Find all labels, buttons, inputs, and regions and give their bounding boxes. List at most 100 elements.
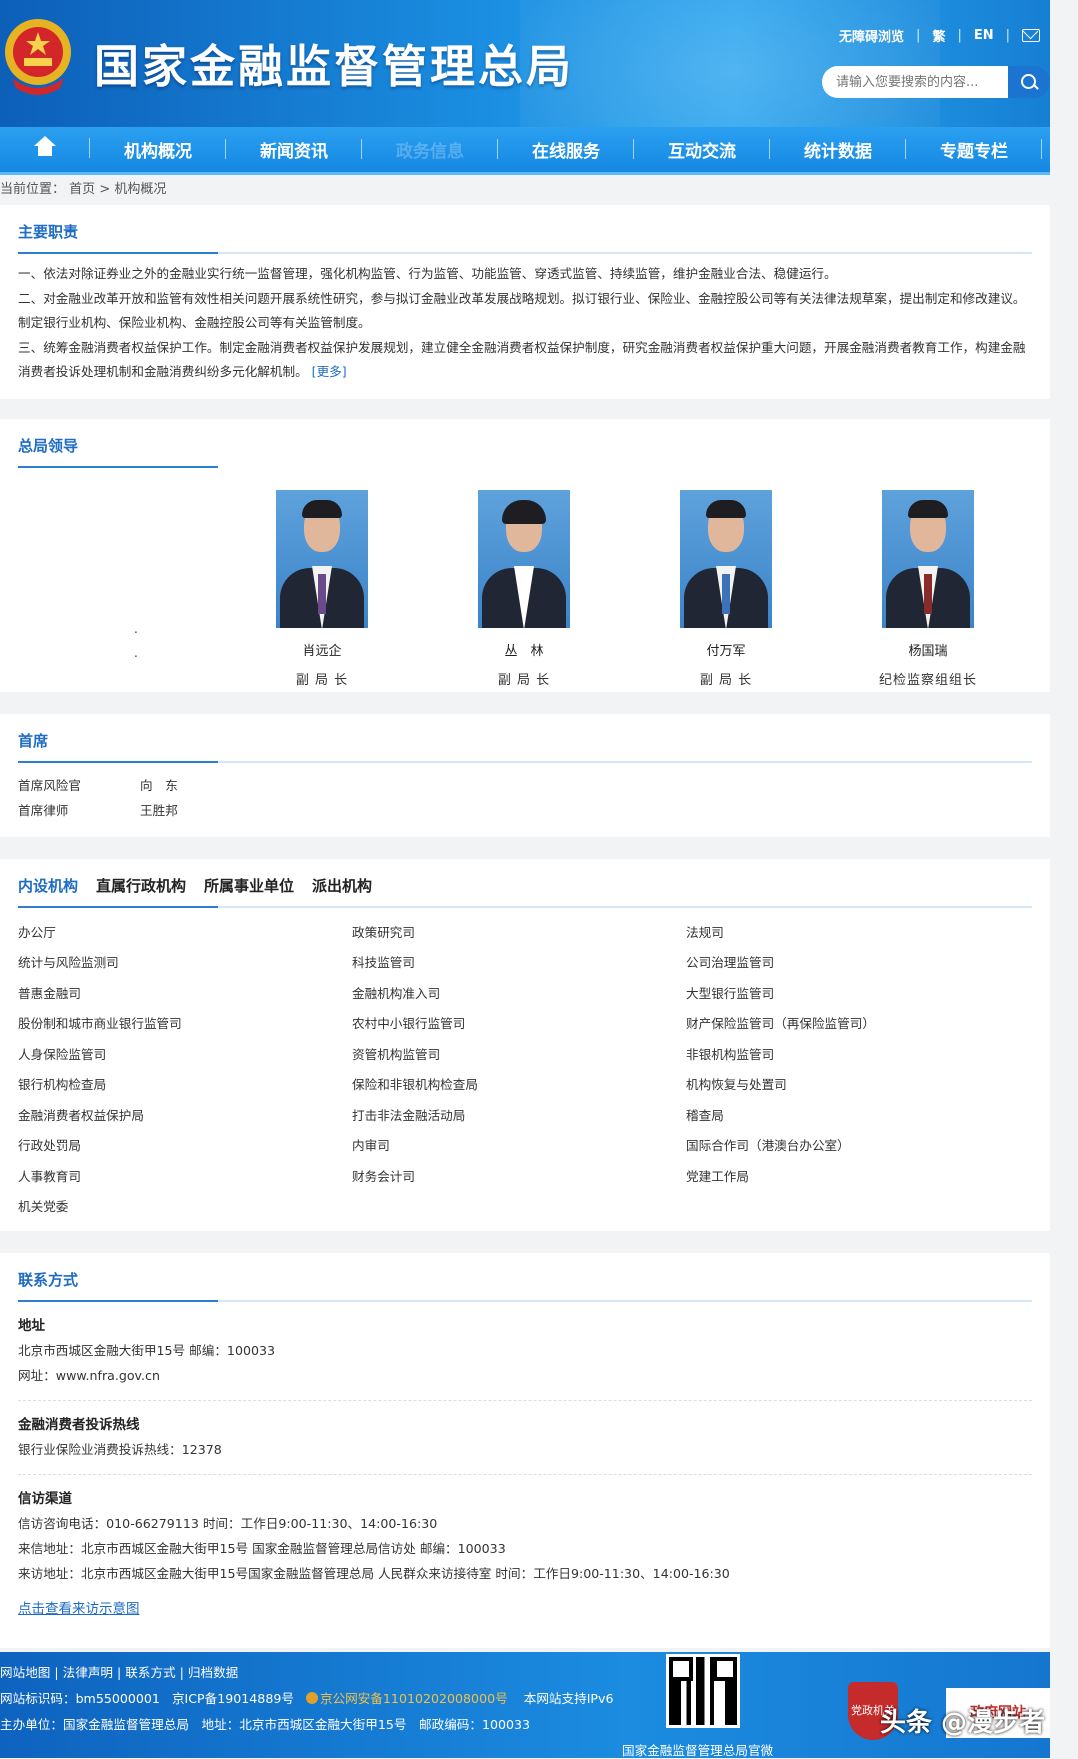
qr-code — [666, 1654, 740, 1728]
org-item[interactable]: 财产保险监管司（再保险监管司） — [686, 1009, 1020, 1040]
breadcrumb: 当前位置： 首页 > 机构概况 — [0, 182, 167, 197]
org-item[interactable]: 普惠金融司 — [18, 979, 352, 1010]
org-item[interactable]: 政策研究司 — [352, 918, 686, 949]
nav-item-overview[interactable]: 机构概况 — [90, 137, 226, 162]
org-item[interactable]: 资管机构监管司 — [352, 1040, 686, 1071]
org-item[interactable]: 农村中小银行监管司 — [352, 1009, 686, 1040]
english-link[interactable]: EN — [974, 28, 994, 43]
site-title: 国家金融监督管理总局 — [94, 40, 575, 93]
chiefs-panel: 首席 首席风险官 向 东 首席律师 王胜邦 — [0, 713, 1050, 837]
leader-role: 纪检监察组组长 — [878, 672, 977, 688]
org-item[interactable]: 金融消费者权益保护局 — [18, 1101, 352, 1132]
hotline-block: 金融消费者投诉热线 银行业保险业消费投诉热线：12378 — [18, 1401, 1032, 1475]
police-badge-icon — [305, 1692, 318, 1704]
icp-link[interactable]: 京ICP备19014889号 — [172, 1691, 294, 1706]
footer-link-sitemap[interactable]: 网站地图 — [0, 1665, 50, 1680]
more-link[interactable]: [更多] — [312, 364, 347, 379]
org-item[interactable]: 银行机构检查局 — [18, 1070, 352, 1101]
contact-panel: 联系方式 地址 北京市西城区金融大街甲15号 邮编：100033 网址：www.… — [0, 1252, 1050, 1648]
org-item[interactable]: 稽查局 — [686, 1101, 1020, 1132]
chief-name: 向 东 — [140, 777, 178, 793]
org-item[interactable]: 科技监管司 — [352, 948, 686, 979]
org-item[interactable]: 人事教育司 — [18, 1162, 352, 1193]
org-item[interactable]: 国际合作司（港澳台办公室） — [686, 1131, 1020, 1162]
website-text: 网址：www.nfra.gov.cn — [18, 1367, 160, 1383]
org-item[interactable]: 财务会计司 — [352, 1162, 686, 1193]
leaders-title: 总局领导 — [18, 429, 1032, 468]
duties-title: 主要职责 — [18, 215, 1032, 254]
leader-card[interactable]: 付万军 副 局 长 — [656, 489, 796, 688]
mail-icon[interactable] — [1022, 29, 1040, 42]
org-item[interactable]: 办公厅 — [18, 918, 352, 949]
org-item[interactable]: 非银机构监管司 — [686, 1040, 1020, 1071]
tab-direct-agencies[interactable]: 直属行政机构 — [96, 875, 186, 896]
org-item[interactable]: 内审司 — [352, 1131, 686, 1162]
leader-role: 副 局 长 — [295, 672, 349, 688]
nav-item-statistics[interactable]: 统计数据 — [770, 137, 906, 162]
leader-photo — [680, 489, 772, 628]
org-list: 办公厅 政策研究司 法规司统计与风险监测司 科技监管司 公司治理监管司普惠金融司 金融机构… — [18, 908, 1032, 1223]
watermark: 头条 @漫步者 — [880, 1708, 1046, 1738]
leader-name: 付万军 — [706, 643, 746, 659]
petition-phone: 信访咨询电话：010-66279113 时间：工作日9:00-11:30、14:… — [18, 1515, 438, 1531]
chief-row: 首席律师 王胜邦 — [18, 798, 1032, 823]
org-item[interactable]: 打击非法金融活动局 — [352, 1101, 686, 1132]
leader-name: 丛 林 — [504, 643, 544, 659]
chief-name: 王胜邦 — [140, 802, 178, 818]
tab-public-institutions[interactable]: 所属事业单位 — [204, 875, 294, 896]
org-item[interactable]: 人身保险监管司 — [18, 1040, 352, 1071]
org-tabs: 内设机构 直属行政机构 所属事业单位 派出机构 — [18, 869, 1032, 908]
org-item[interactable]: 统计与风险监测司 — [18, 948, 352, 979]
search-input[interactable] — [822, 66, 1008, 98]
footer-links: 网站地图 | 法律声明 | 联系方式 | 归档数据 — [0, 1665, 239, 1680]
qr-caption: 国家金融监督管理总局官微 — [622, 1743, 774, 1758]
chief-role: 首席律师 — [18, 802, 69, 818]
leader-card[interactable]: 肖远企 副 局 长 — [252, 489, 392, 688]
leader-list: . . 肖远企 副 局 长 丛 林 副 局 长 付万军 副 局 长 杨国瑞 纪检… — [18, 466, 1032, 688]
police-record-link[interactable]: 京公网安备11010202008000号 — [320, 1691, 508, 1706]
org-item[interactable]: 机构恢复与处置司 — [686, 1070, 1020, 1101]
footer-host: 主办单位：国家金融监督管理总局 地址：北京市西城区金融大街甲15号 邮政编码：1… — [0, 1717, 531, 1732]
nav-item-topics[interactable]: 专题专栏 — [906, 137, 1042, 162]
search-box — [822, 66, 1050, 98]
org-item[interactable]: 公司治理监管司 — [686, 948, 1020, 979]
nav-item-online-service[interactable]: 在线服务 — [498, 137, 634, 162]
leader-photo — [478, 489, 570, 628]
org-item[interactable]: 党建工作局 — [686, 1162, 1020, 1193]
petition-block: 信访渠道 信访咨询电话：010-66279113 时间：工作日9:00-11:3… — [18, 1475, 1032, 1634]
org-item[interactable]: 法规司 — [686, 918, 1020, 949]
visit-map-link[interactable]: 点击查看来访示意图 — [18, 1601, 140, 1617]
org-item[interactable]: 金融机构准入司 — [352, 979, 686, 1010]
nav-item-news[interactable]: 新闻资讯 — [226, 137, 362, 162]
org-item[interactable]: 机关党委 — [18, 1192, 352, 1223]
leader-card[interactable]: 杨国瑞 纪检监察组组长 — [858, 489, 998, 688]
nav-item-government-info[interactable]: 政务信息 — [362, 137, 498, 162]
footer-link-archive[interactable]: 归档数据 — [188, 1665, 238, 1680]
footer-link-contact[interactable]: 联系方式 — [125, 1665, 175, 1680]
site-footer: 网站地图 | 法律声明 | 联系方式 | 归档数据 网站标识码：bm550000… — [0, 1652, 1050, 1758]
orgs-panel: 内设机构 直属行政机构 所属事业单位 派出机构 办公厅 政策研究司 法规司统计与风险… — [0, 858, 1050, 1231]
org-item[interactable]: 股份制和城市商业银行监管司 — [18, 1009, 352, 1040]
chief-row: 首席风险官 向 东 — [18, 773, 1032, 798]
footer-link-legal[interactable]: 法律声明 — [63, 1665, 113, 1680]
accessible-mode-link[interactable]: 无障碍浏览 — [839, 26, 904, 45]
breadcrumb-home[interactable]: 首页 — [69, 182, 95, 197]
leader-name: 肖远企 — [302, 643, 342, 659]
leader-card[interactable]: 丛 林 副 局 长 — [454, 489, 594, 688]
hotline-text: 银行业保险业消费投诉热线：12378 — [18, 1441, 222, 1457]
traditional-chinese-link[interactable]: 繁 — [932, 26, 945, 45]
leader-role: 副 局 长 — [497, 672, 551, 688]
national-emblem-icon — [5, 19, 71, 95]
duty-item: 二、对金融业改革开放和监管有效性相关问题开展系统性研究，参与拟订金融业改革发展战… — [18, 290, 1026, 331]
org-item[interactable]: 大型银行监管司 — [686, 979, 1020, 1010]
tab-dispatched-agencies[interactable]: 派出机构 — [312, 875, 372, 896]
tab-internal-departments[interactable]: 内设机构 — [18, 875, 78, 896]
site-header: 国家金融监督管理总局 无障碍浏览 | 繁 | EN | — [0, 0, 1050, 127]
org-item[interactable]: 保险和非银机构检查局 — [352, 1070, 686, 1101]
nav-item-interaction[interactable]: 互动交流 — [634, 137, 770, 162]
search-button[interactable] — [1008, 66, 1050, 98]
nav-home[interactable] — [0, 136, 90, 163]
org-item[interactable]: 行政处罚局 — [18, 1131, 352, 1162]
leader-name: 杨国瑞 — [908, 643, 948, 659]
breadcrumb-current[interactable]: 机构概况 — [114, 182, 166, 197]
